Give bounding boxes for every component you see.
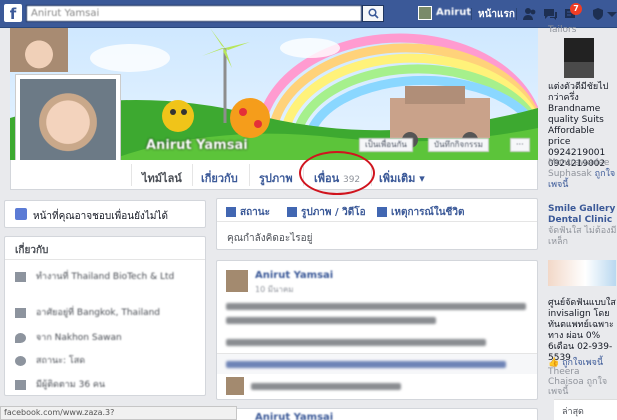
user-avatar[interactable] (418, 6, 432, 20)
divider (471, 8, 472, 20)
about-home-row: อาศัยอยู่ที่ Bangkok, Thailand (15, 305, 160, 319)
ad-invisalign-sponsor: Theera Chaisoa ถูกใจเพจนี้ (548, 367, 608, 397)
commenter-avatar[interactable] (226, 377, 244, 395)
cover-kid-photo (10, 28, 68, 72)
right-ad-column: Tailors แต่งตัวดีมีชัยไปกว่าครึ่ง Brandn… (542, 25, 617, 420)
post-text-line (226, 339, 486, 346)
composer-life-event-tab[interactable]: เหตุการณ์ในชีวิต (377, 205, 464, 220)
profile-tabs: ไทม์ไลน์ เกี่ยวกับ รูปภาพ เพื่อน 392 เพิ… (10, 160, 538, 190)
timeline-post-2: Anirut Yamsai (216, 408, 538, 420)
browser-status-url: facebook.com/www.zaza.3?fref=pb&hc_locat… (0, 406, 237, 420)
tab-about[interactable]: เกี่ยวกับ (201, 169, 238, 187)
tab-timeline[interactable]: ไทม์ไลน์ (142, 169, 182, 187)
divider (516, 8, 517, 20)
about-relationship-row: สถานะ: โสด (15, 353, 85, 367)
post-composer: สถานะ รูปภาพ / วิดีโอ เหตุการณ์ในชีวิต ค… (216, 198, 538, 250)
rss-icon (15, 379, 26, 390)
about-work-row: ทำงานที่ Thailand BioTech & Ltd (15, 269, 174, 283)
friends-status-button[interactable]: เป็นเพื่อนกัน (359, 138, 413, 152)
post-author-avatar[interactable] (226, 270, 248, 292)
timeline-post: Anirut Yamsai 10 มีนาคม (216, 260, 538, 400)
ad-suits-sponsor: Montrawadee Suphasak ถูกใจเพจนี้ (548, 158, 616, 190)
suggested-pages-box[interactable]: หน้าที่คุณอาจชอบเพื่อนยังไม่ได้ (4, 200, 206, 228)
location-pin-icon (15, 332, 26, 343)
divider (217, 221, 537, 222)
post-text-line (226, 303, 526, 310)
more-options-button[interactable]: ··· (510, 138, 530, 152)
search-input[interactable]: Anirut Yamsai (26, 5, 362, 22)
home-link[interactable]: หน้าแรก (478, 7, 515, 22)
profile-name[interactable]: Anirut Yamsai (146, 138, 248, 153)
friend-requests-icon[interactable] (522, 6, 538, 22)
pencil-icon (226, 207, 236, 217)
activity-log-button[interactable]: บันทึกกิจกรรม (428, 138, 489, 152)
flag-icon (377, 207, 387, 217)
heart-icon (15, 355, 26, 366)
divider (5, 259, 205, 260)
search-icon (368, 8, 379, 19)
post-text-line (226, 317, 436, 324)
chat-sidebar-bar[interactable]: ล่าสุด (554, 399, 617, 420)
top-navigation-bar: f Anirut Yamsai Anirut หน้าแรก 7 (0, 0, 617, 28)
comment-text-line (251, 383, 401, 390)
tab-more[interactable]: เพิ่มเติม ▾ (379, 169, 425, 187)
ad-suit-image[interactable] (564, 38, 594, 78)
about-from-row: จาก Nakhon Sawan (15, 330, 122, 344)
recent-label[interactable]: ล่าสุด (562, 404, 584, 418)
camera-icon (287, 207, 297, 217)
friends-tab-highlight-circle (299, 151, 375, 195)
messages-icon[interactable] (542, 6, 558, 22)
settings-menu-icon[interactable] (604, 6, 617, 22)
divider (192, 164, 193, 186)
notification-count-badge: 7 (570, 3, 582, 15)
post-author-name[interactable]: Anirut Yamsai (255, 412, 333, 420)
about-box: เกี่ยวกับ ทำงานที่ Thailand BioTech & Lt… (4, 236, 206, 396)
post-likes-text[interactable] (226, 361, 506, 368)
thumbs-up-icon (15, 208, 27, 220)
facebook-logo[interactable]: f (4, 4, 22, 23)
composer-photo-tab[interactable]: รูปภาพ / วิดีโอ (287, 205, 366, 220)
composer-input[interactable]: คุณกำลังคิดอะไรอยู่ (227, 231, 312, 246)
home-icon (15, 307, 26, 318)
search-button[interactable] (362, 5, 384, 22)
ad-dental-title[interactable]: Smile Gallery Dental Clinic (548, 204, 617, 226)
about-title[interactable]: เกี่ยวกับ (15, 243, 48, 258)
ad-dental-subtitle: จัดฟันใส ไม่ต้องมีเหล็ก (548, 226, 617, 247)
composer-status-tab[interactable]: สถานะ (226, 205, 270, 220)
divider (249, 164, 250, 186)
ad-teeth-image[interactable] (548, 260, 616, 286)
briefcase-icon (15, 271, 26, 282)
tab-photos[interactable]: รูปภาพ (259, 169, 293, 187)
user-profile-link[interactable]: Anirut (436, 7, 471, 18)
post-timestamp[interactable]: 10 มีนาคม (255, 283, 294, 296)
ad-top-line[interactable]: Tailors (548, 25, 576, 35)
post-author-name[interactable]: Anirut Yamsai (255, 270, 333, 281)
ad-suits-text[interactable]: แต่งตัวดีมีชัยไปกว่าครึ่ง Brandname qual… (548, 82, 617, 170)
about-followers-row: มีผู้ติดตาม 36 คน (15, 377, 105, 391)
suggested-pages-text: หน้าที่คุณอาจชอบเพื่อนยังไม่ได้ (33, 211, 168, 222)
divider (131, 164, 132, 186)
